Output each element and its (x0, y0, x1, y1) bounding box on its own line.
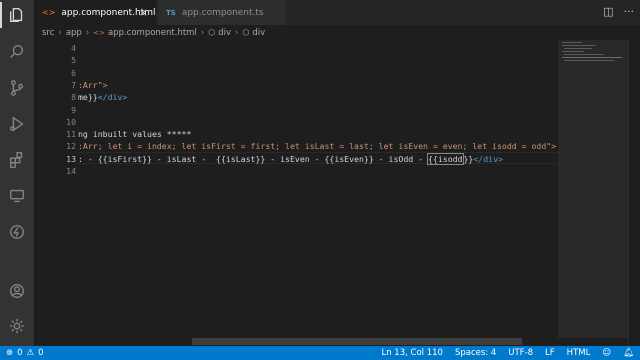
minimap-viewport[interactable] (558, 40, 628, 338)
minimap-line (562, 57, 622, 58)
tab-app-component-ts[interactable]: TS app.component.ts (157, 0, 285, 25)
tab-app-component-html[interactable]: <> app.component.html × (34, 0, 156, 25)
extensions-icon[interactable] (7, 150, 27, 170)
line-number: 8 (71, 92, 76, 103)
line-number: 12 (66, 141, 76, 152)
chevron-right-icon: › (85, 27, 90, 38)
code-line-7: :Arr"> (78, 79, 108, 90)
line-number: 6 (71, 67, 76, 78)
breadcrumb-div[interactable]: div (218, 28, 231, 38)
code-line-13: : - {{isFirst}} - isLast - {{isLast}} - … (78, 152, 503, 165)
more-actions-icon[interactable]: ··· (624, 5, 635, 18)
activity-bar (0, 0, 34, 346)
chevron-right-icon: › (200, 27, 205, 38)
error-icon: ⊗ (6, 348, 14, 358)
element-icon: ⬡ (242, 28, 250, 37)
breadcrumb-file[interactable]: app.component.html (108, 28, 197, 38)
minimap[interactable] (558, 40, 628, 346)
line-number: 10 (66, 116, 76, 127)
active-indicator (0, 2, 2, 28)
line-number: 11 (66, 129, 76, 140)
close-icon[interactable]: × (139, 6, 148, 19)
line-number: 7 (71, 79, 76, 90)
breadcrumb-app[interactable]: app (66, 28, 82, 38)
line-number: 13 (66, 153, 76, 164)
code-editor[interactable]: 4 5 6 7 8 9 10 11 12 13 14 :Arr"> me}}</… (34, 40, 558, 346)
language-mode[interactable]: HTML (567, 348, 591, 358)
indentation[interactable]: Spaces: 4 (455, 348, 496, 358)
line-number: 4 (71, 43, 76, 53)
typescript-file-icon: TS (166, 8, 176, 17)
minimap-line (564, 54, 604, 55)
breadcrumb-div[interactable]: div (252, 28, 265, 38)
account-icon[interactable] (7, 281, 27, 301)
minimap-line (562, 51, 584, 52)
line-number: 9 (71, 104, 76, 115)
search-icon[interactable] (7, 42, 27, 62)
chevron-right-icon: › (235, 27, 239, 38)
lightning-extension-icon[interactable] (7, 222, 27, 242)
code-line-11: ng inbuilt values ***** (78, 129, 192, 140)
end-of-line[interactable]: LF (545, 348, 555, 358)
feedback-icon[interactable]: ☺ (602, 348, 611, 358)
problems-indicator[interactable]: ⊗ 0 ⚠ 0 (0, 348, 44, 358)
line-number: 5 (71, 55, 76, 66)
source-control-icon[interactable] (7, 78, 27, 98)
warning-icon: ⚠ (26, 348, 35, 358)
minimap-line (562, 42, 582, 43)
horizontal-scrollbar[interactable] (192, 338, 522, 345)
html-file-icon: <> (42, 8, 56, 17)
run-debug-icon[interactable] (7, 114, 27, 134)
split-editor-icon[interactable]: ◫ (603, 5, 613, 18)
encoding[interactable]: UTF-8 (508, 348, 533, 358)
minimap-line (564, 48, 592, 49)
tab-actions: ◫ ··· (603, 5, 634, 18)
tab-label: app.component.ts (181, 7, 264, 18)
code-area[interactable]: :Arr"> me}}</div> ng inbuilt values ****… (78, 40, 558, 346)
breadcrumb: src › app › <> app.component.html › ⬡ di… (34, 25, 640, 40)
chevron-right-icon: › (58, 27, 62, 38)
remote-explorer-icon[interactable] (7, 186, 27, 206)
explorer-icon[interactable] (7, 5, 27, 25)
error-count: 0 (17, 348, 23, 358)
element-icon: ⬡ (208, 28, 216, 37)
warning-count: 0 (38, 348, 44, 358)
settings-gear-icon[interactable] (7, 316, 27, 336)
html-file-icon: <> (93, 28, 105, 37)
tab-bar: <> app.component.html × TS app.component… (34, 0, 640, 25)
cursor-position[interactable]: Ln 13, Col 110 (381, 348, 442, 358)
bell-icon[interactable]: 🔔︎ (623, 348, 634, 358)
breadcrumb-src[interactable]: src (42, 28, 54, 38)
status-bar: ⊗ 0 ⚠ 0 Ln 13, Col 110 Spaces: 4 UTF-8 L… (0, 346, 640, 360)
minimap-line (562, 45, 596, 46)
minimap-line (564, 60, 614, 61)
code-line-12: :Arr; let i = index; let isFirst = first… (78, 141, 557, 152)
code-line-8: me}}</div> (78, 92, 128, 103)
line-number: 14 (66, 166, 76, 176)
line-number-gutter: 4 5 6 7 8 9 10 11 12 13 14 (34, 40, 76, 346)
vertical-scrollbar[interactable] (628, 40, 640, 346)
